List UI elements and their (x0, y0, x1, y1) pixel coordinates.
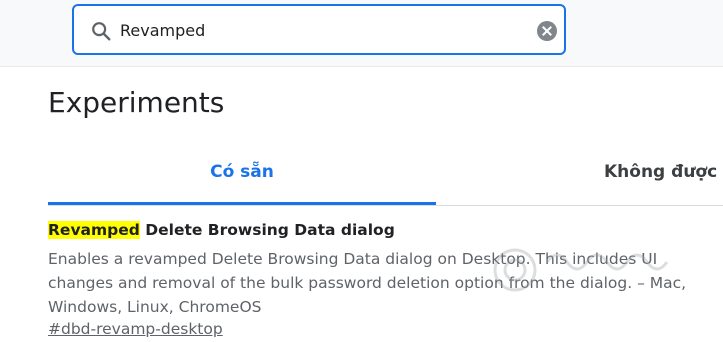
search-highlight: Revamped (48, 221, 140, 239)
experiment-title: Revamped Delete Browsing Data dialog (48, 221, 395, 239)
experiment-description: Enables a revamped Delete Browsing Data … (48, 250, 687, 316)
tab-unavailable[interactable]: Không được hỗ (604, 162, 723, 182)
page-title: Experiments (48, 86, 225, 119)
search-icon (92, 22, 111, 41)
top-bar (0, 0, 723, 67)
experiment-link[interactable]: #dbd-revamp-desktop (48, 320, 223, 338)
search-input[interactable] (120, 16, 520, 44)
clear-search-icon[interactable] (537, 21, 557, 41)
experiment-title-rest: Delete Browsing Data dialog (139, 221, 395, 239)
search-box[interactable] (72, 4, 566, 55)
tab-divider (48, 205, 723, 206)
tab-available[interactable]: Có sẵn (48, 162, 436, 182)
